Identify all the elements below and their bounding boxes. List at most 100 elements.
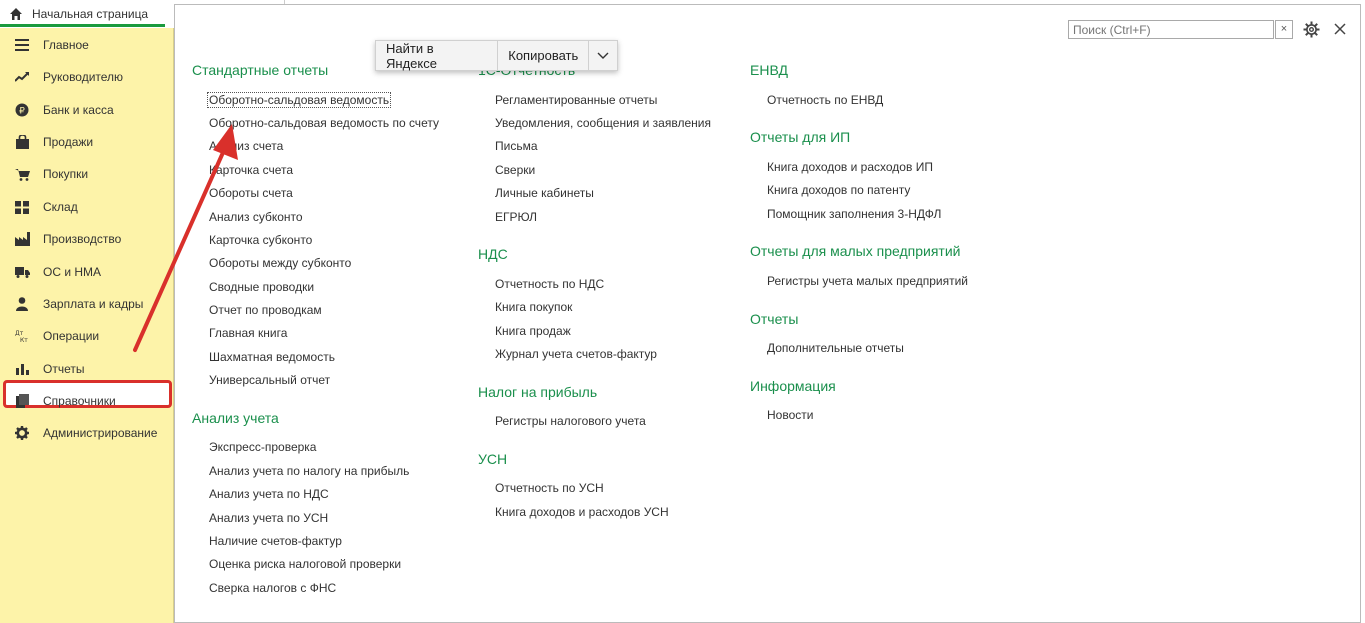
copy-button[interactable]: Копировать bbox=[498, 41, 588, 70]
link-report[interactable]: Обороты счета bbox=[209, 186, 293, 200]
sidebar-item-label: Операции bbox=[43, 329, 100, 343]
link-report[interactable]: Анализ учета по УСН bbox=[209, 511, 328, 525]
link-report[interactable]: Обороты между субконто bbox=[209, 256, 351, 270]
sidebar-item-warehouse[interactable]: Склад bbox=[0, 194, 173, 220]
section-title-profit-tax: Налог на прибыль bbox=[478, 384, 598, 400]
sidebar-item-sales[interactable]: Продажи bbox=[0, 129, 173, 155]
link-report[interactable]: Дополнительные отчеты bbox=[767, 341, 904, 355]
link-report[interactable]: Оценка риска налоговой проверки bbox=[209, 557, 401, 571]
factory-icon bbox=[14, 231, 30, 247]
search-clear-button[interactable]: × bbox=[1275, 20, 1293, 39]
menu-lines-icon bbox=[14, 37, 30, 53]
link-report[interactable]: Регистры учета малых предприятий bbox=[767, 274, 968, 288]
link-report[interactable]: Книга доходов по патенту bbox=[767, 183, 910, 197]
sidebar-item-label: Зарплата и кадры bbox=[43, 297, 144, 311]
sidebar-item-label: Производство bbox=[43, 232, 122, 246]
link-report[interactable]: Экспресс-проверка bbox=[209, 440, 316, 454]
link-report[interactable]: Книга доходов и расходов УСН bbox=[495, 505, 669, 519]
section-title-accounting-analysis: Анализ учета bbox=[192, 410, 279, 426]
trend-icon bbox=[14, 69, 30, 85]
sidebar-item-label: Руководителю bbox=[43, 70, 124, 84]
link-report[interactable]: Анализ счета bbox=[209, 139, 283, 153]
bar-chart-icon bbox=[14, 361, 30, 377]
sidebar-item-bank[interactable]: ₽ Банк и касса bbox=[0, 97, 173, 123]
books-icon bbox=[14, 393, 30, 409]
sidebar-item-assets[interactable]: ОС и НМА bbox=[0, 259, 173, 285]
link-report[interactable]: Помощник заполнения 3-НДФЛ bbox=[767, 207, 941, 221]
svg-text:Кт: Кт bbox=[20, 337, 28, 343]
tab-home-label: Начальная страница bbox=[32, 6, 149, 21]
warehouse-icon bbox=[14, 199, 30, 215]
link-report[interactable]: Книга продаж bbox=[495, 324, 571, 338]
section-title-standard-reports: Стандартные отчеты bbox=[192, 62, 329, 78]
link-report[interactable]: Наличие счетов-фактур bbox=[209, 534, 342, 548]
dt-kt-icon: Дт Кт bbox=[14, 328, 30, 344]
ruble-coin-icon: ₽ bbox=[14, 102, 30, 118]
link-report[interactable]: Главная книга bbox=[209, 326, 287, 340]
sidebar-item-label: ОС и НМА bbox=[43, 265, 102, 279]
bag-icon bbox=[14, 134, 30, 150]
link-report[interactable]: Сверка налогов с ФНС bbox=[209, 581, 336, 595]
cart-icon bbox=[14, 166, 30, 182]
section-title-vat: НДС bbox=[478, 246, 508, 262]
sidebar-item-label: Продажи bbox=[43, 135, 94, 149]
link-report[interactable]: Книга доходов и расходов ИП bbox=[767, 160, 933, 174]
sidebar-item-production[interactable]: Производство bbox=[0, 226, 173, 252]
sidebar-item-purchases[interactable]: Покупки bbox=[0, 161, 173, 187]
sidebar-item-manager[interactable]: Руководителю bbox=[0, 64, 173, 90]
svg-text:₽: ₽ bbox=[19, 107, 25, 117]
link-report[interactable]: ЕГРЮЛ bbox=[495, 210, 537, 224]
link-report[interactable]: Анализ субконто bbox=[209, 210, 303, 224]
link-report[interactable]: Карточка субконто bbox=[209, 233, 312, 247]
sidebar-item-salary[interactable]: Зарплата и кадры bbox=[0, 291, 173, 317]
link-report[interactable]: Оборотно-сальдовая ведомость по счету bbox=[209, 116, 439, 130]
sidebar-item-operations[interactable]: Дт Кт Операции bbox=[0, 323, 173, 349]
link-turnover-balance-sheet[interactable]: Оборотно-сальдовая ведомость bbox=[207, 92, 392, 108]
tab-active-underline bbox=[0, 24, 165, 27]
link-report[interactable]: Универсальный отчет bbox=[209, 373, 330, 387]
link-report[interactable]: Сверки bbox=[495, 163, 535, 177]
section-title-small-business: Отчеты для малых предприятий bbox=[750, 243, 961, 259]
link-report[interactable]: Анализ учета по налогу на прибыль bbox=[209, 464, 409, 478]
sidebar-item-label: Банк и касса bbox=[43, 103, 114, 117]
person-icon bbox=[14, 296, 30, 312]
sidebar-item-label: Отчеты bbox=[43, 362, 85, 376]
sidebar-item-main[interactable]: Главное bbox=[0, 32, 173, 58]
close-icon[interactable] bbox=[1333, 22, 1347, 36]
link-report[interactable]: Регламентированные отчеты bbox=[495, 93, 657, 107]
settings-gear-icon[interactable] bbox=[1303, 21, 1320, 38]
section-title-information: Информация bbox=[750, 378, 836, 394]
link-report[interactable]: Карточка счета bbox=[209, 163, 293, 177]
link-report[interactable]: Книга покупок bbox=[495, 300, 572, 314]
home-icon bbox=[10, 7, 22, 20]
chevron-down-icon bbox=[597, 52, 609, 59]
link-report[interactable]: Отчетность по ЕНВД bbox=[767, 93, 883, 107]
sidebar-item-reports[interactable]: Отчеты bbox=[0, 356, 173, 382]
link-report[interactable]: Уведомления, сообщения и заявления bbox=[495, 116, 711, 130]
sidebar-item-label: Склад bbox=[43, 200, 78, 214]
popup-more-button[interactable] bbox=[589, 41, 617, 70]
link-report[interactable]: Отчет по проводкам bbox=[209, 303, 322, 317]
sidebar: Главное Руководителю ₽ Банк и касса Прод… bbox=[0, 28, 174, 623]
search-input[interactable] bbox=[1068, 20, 1274, 39]
find-in-yandex-button[interactable]: Найти в Яндексе bbox=[376, 41, 497, 71]
link-report[interactable]: Анализ учета по НДС bbox=[209, 487, 329, 501]
link-report[interactable]: Регистры налогового учета bbox=[495, 414, 646, 428]
section-title-ip-reports: Отчеты для ИП bbox=[750, 129, 851, 145]
section-title-envd: ЕНВД bbox=[750, 62, 788, 78]
sidebar-item-admin[interactable]: Администрирование bbox=[0, 420, 173, 446]
selection-popup: Найти в Яндексе Копировать bbox=[375, 40, 618, 71]
sidebar-item-label: Администрирование bbox=[43, 426, 158, 440]
link-report[interactable]: Сводные проводки bbox=[209, 280, 314, 294]
link-report[interactable]: Отчетность по УСН bbox=[495, 481, 604, 495]
link-report[interactable]: Отчетность по НДС bbox=[495, 277, 604, 291]
link-report[interactable]: Шахматная ведомость bbox=[209, 350, 335, 364]
link-report[interactable]: Письма bbox=[495, 139, 538, 153]
svg-text:Дт: Дт bbox=[15, 330, 24, 337]
truck-icon bbox=[14, 264, 30, 280]
tab-home[interactable]: Начальная страница bbox=[0, 0, 165, 27]
link-report[interactable]: Журнал учета счетов-фактур bbox=[495, 347, 657, 361]
sidebar-item-catalogs[interactable]: Справочники bbox=[0, 388, 173, 414]
link-report[interactable]: Личные кабинеты bbox=[495, 186, 594, 200]
link-report[interactable]: Новости bbox=[767, 408, 813, 422]
